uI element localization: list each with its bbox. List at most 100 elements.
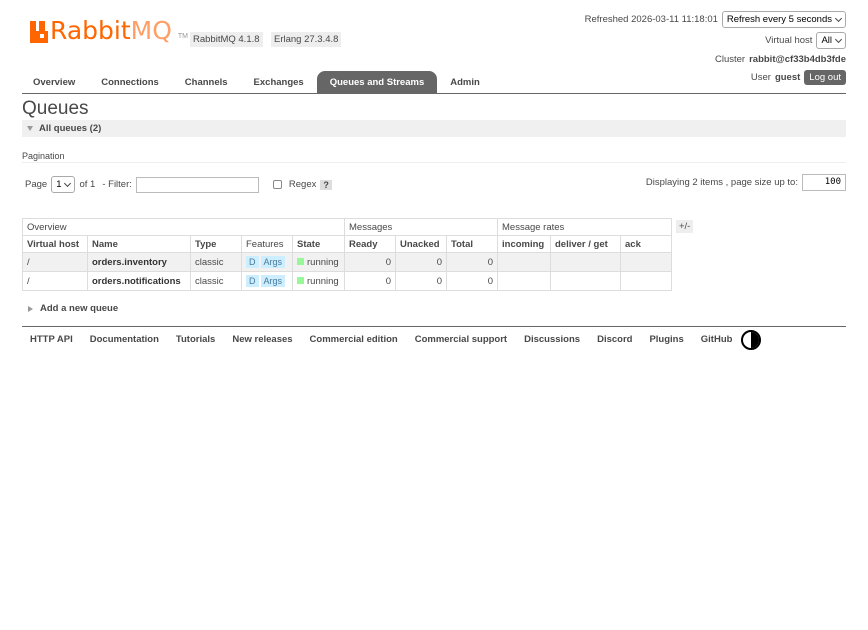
filter-label: - Filter: [102,179,132,190]
refresh-interval-select[interactable]: Refresh every 5 seconds [721,11,846,28]
rabbitmq-version-badge: RabbitMQ 4.1.8 [190,32,263,47]
cell-unacked: 0 [395,252,447,272]
col-type[interactable]: Type [190,235,242,253]
footer-link-documentation[interactable]: Documentation [90,334,159,345]
col-incoming[interactable]: incoming [497,235,551,253]
virtual-host-label: Virtual host [765,35,813,46]
feature-durable-badge: D [246,275,259,287]
col-ack[interactable]: ack [620,235,672,253]
cell-incoming [497,271,551,291]
chevron-down-icon [834,35,843,43]
cell-ack [620,252,672,272]
tab-exchanges[interactable]: Exchanges [241,71,317,93]
section-title: All queues (2) [39,123,102,134]
regex-checkbox[interactable] [272,180,282,189]
state-running-icon [297,277,304,285]
theme-toggle-icon[interactable] [741,329,762,350]
col-total[interactable]: Total [446,235,498,253]
footer-link-github[interactable]: GitHub [701,334,733,345]
cell-unacked: 0 [395,271,447,291]
page-size-input[interactable]: 100 [802,174,846,191]
col-unacked[interactable]: Unacked [395,235,447,253]
cell-total: 0 [446,271,498,291]
cell-state: running [292,271,345,291]
footer-link-commercial-edition[interactable]: Commercial edition [310,334,398,345]
queues-table: Overview Messages Message rates Virtual … [22,218,672,291]
cell-vhost: / [22,271,88,291]
chevron-down-icon [64,179,72,187]
refreshed-timestamp: Refreshed 2026-03-11 11:18:01 [584,14,718,25]
table-column-header: Virtual host Name Type Features State Re… [22,235,672,253]
rabbitmq-logo-icon [30,21,48,43]
virtual-host-select[interactable]: All [816,32,846,49]
cell-total: 0 [446,252,498,272]
toggle-columns-button[interactable]: +/- [676,220,694,233]
col-virtual-host[interactable]: Virtual host [22,235,88,253]
regex-label: Regex [288,179,317,190]
group-message-rates: Message rates [497,218,672,236]
cell-ready: 0 [344,271,396,291]
page-title: Queues [22,98,89,119]
cell-incoming [497,252,551,272]
tab-connections[interactable]: Connections [88,71,172,93]
col-state[interactable]: State [292,235,345,253]
cluster-name: rabbit@cf33b4db3fde [749,54,846,65]
footer-link-discussions[interactable]: Discussions [524,334,580,345]
queue-name-link[interactable]: orders.inventory [87,252,191,272]
pagination-label: Pagination [22,151,65,161]
footer-link-commercial-support[interactable]: Commercial support [415,334,507,345]
display-info: Displaying 2 items , page size up to: 10… [646,174,846,191]
cell-ready: 0 [344,252,396,272]
page-select[interactable]: 1 [51,176,76,193]
queue-name-link[interactable]: orders.notifications [87,271,191,291]
col-name[interactable]: Name [87,235,191,253]
erlang-version-badge: Erlang 27.3.4.8 [271,32,342,47]
table-row[interactable]: / orders.inventory classic D Args running… [22,252,672,272]
chevron-down-icon [834,14,843,22]
footer-link-discord[interactable]: Discord [597,334,632,345]
table-row[interactable]: / orders.notifications classic D Args run… [22,271,672,291]
cell-deliver-get [550,252,621,272]
footer-link-plugins[interactable]: Plugins [649,334,683,345]
cell-type: classic [190,252,242,272]
footer-link-tutorials[interactable]: Tutorials [176,334,215,345]
main-nav-tabs: Overview Connections Channels Exchanges … [22,71,846,94]
cell-vhost: / [22,252,88,272]
all-queues-section-toggle[interactable]: All queues (2) [22,120,846,137]
footer-link-new-releases[interactable]: New releases [232,334,292,345]
divider [22,162,846,163]
state-running-icon [297,258,304,266]
col-features: Features [241,235,293,253]
add-new-queue-toggle[interactable]: Add a new queue [28,303,118,314]
cell-state: running [292,252,345,272]
cell-deliver-get [550,271,621,291]
feature-durable-badge: D [246,256,259,268]
col-deliver-get[interactable]: deliver / get [550,235,621,253]
collapse-triangle-icon [27,126,33,131]
add-new-queue-label: Add a new queue [40,303,119,314]
filter-input[interactable] [135,176,259,193]
cell-type: classic [190,271,242,291]
group-overview: Overview [22,218,345,236]
cluster-label: Cluster [715,54,746,65]
footer-links: HTTP API Documentation Tutorials New rel… [22,326,846,352]
table-group-header: Overview Messages Message rates [22,218,672,236]
page-label: Page [25,179,48,190]
cell-features: D Args [241,271,293,291]
tab-channels[interactable]: Channels [172,71,241,93]
rabbitmq-logo: RabbitMQ TM [30,16,188,46]
feature-args-badge: Args [260,256,286,268]
logo-wordmark: RabbitMQ [50,16,172,45]
footer-link-http-api[interactable]: HTTP API [30,334,73,345]
regex-help-icon[interactable]: ? [320,179,332,190]
tab-queues-and-streams[interactable]: Queues and Streams [316,71,438,93]
tab-admin[interactable]: Admin [437,71,493,93]
feature-args-badge: Args [260,275,286,287]
col-ready[interactable]: Ready [344,235,396,253]
cell-ack [620,271,672,291]
tab-overview[interactable]: Overview [22,71,88,93]
group-messages: Messages [344,218,498,236]
expand-triangle-icon [28,305,33,312]
pagination-controls: Page 1 of 1 - Filter: Regex ? [25,176,332,193]
page-count-label: of 1 [79,179,96,190]
